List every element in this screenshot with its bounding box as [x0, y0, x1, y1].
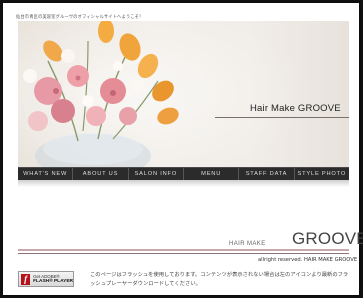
nav-item-salon-info[interactable]: SALON INFO [129, 168, 184, 180]
get-flash-player-button[interactable]: f Get ADOBE® FLASH® PLAYER [18, 271, 74, 287]
flash-notice-text: このページはフラッシュを使用しております。コンテンツが表示されない場合は左のアイ… [90, 272, 349, 287]
flash-icon: f [21, 273, 31, 285]
hero-divider [215, 117, 349, 118]
nav-item-menu[interactable]: MENU [184, 168, 240, 180]
footer-divider-thick [18, 249, 349, 251]
copyright-text: allright reserved. HAIR MAKE GROOVE [258, 257, 358, 263]
page-frame: 仙台市青区の美容室グルーヴのオフィシャルサイトへようこそ！ Hair Make … [3, 3, 363, 295]
flash-badge-player: FLASH® PLAYER [33, 279, 73, 284]
nav-shadow [18, 180, 349, 187]
nav-item-staff-data[interactable]: STAFF DATA [239, 168, 295, 180]
flower-bouquet-image [18, 21, 349, 167]
brand-logo-text: GROOVE [292, 229, 363, 248]
nav-item-style-photo[interactable]: STYLE PHOTO [295, 168, 349, 180]
hero-banner: Hair Make GROOVE [18, 21, 349, 167]
footer-divider-thin [18, 253, 349, 254]
welcome-text: 仙台市青区の美容室グルーヴのオフィシャルサイトへようこそ！ [16, 15, 144, 20]
nav-item-about-us[interactable]: ABOUT US [73, 168, 129, 180]
main-nav: WHAT'S NEW ABOUT US SALON INFO MENU STAF… [18, 167, 349, 181]
nav-item-whats-new[interactable]: WHAT'S NEW [18, 168, 74, 180]
flash-badge-text: Get ADOBE® FLASH® PLAYER [33, 274, 73, 285]
hero-title: Hair Make GROOVE [250, 103, 341, 114]
brand-small-text: HAIR MAKE [229, 241, 266, 247]
